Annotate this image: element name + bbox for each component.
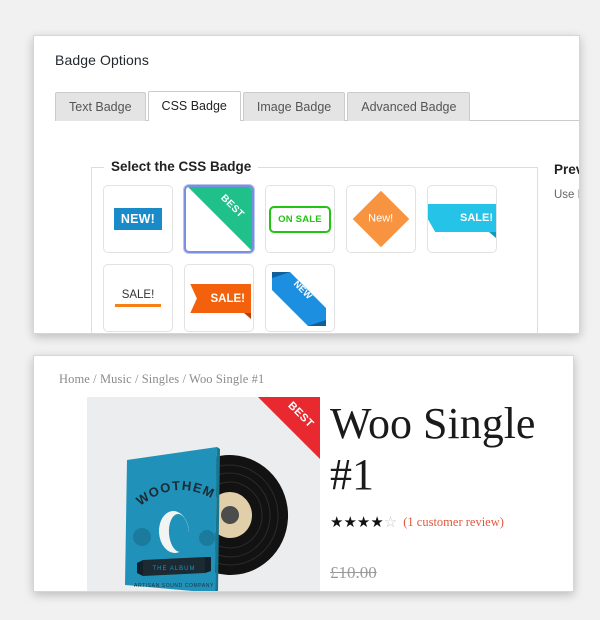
stars-empty: ☆ [383,514,398,531]
badge-option-sale-underline[interactable]: SALE! [103,264,173,332]
badge-on-sale-label: ON SALE [269,205,331,233]
badge-option-sale-ribbon[interactable]: SALE! [427,185,497,253]
tab-text-badge[interactable]: Text Badge [55,92,146,121]
badge-type-tabs: Text Badge CSS Badge Image Badge Advance… [55,90,579,121]
badge-new-diamond-label: New! [368,213,394,225]
badge-sale-ribbon-label: SALE! [460,212,493,224]
product-image: WOOTHEMES THE ALBUM ARTISAN SOUND COMPAN… [87,397,320,591]
preview-section: Preview Use Drag [554,162,579,201]
svg-text:THE ALBUM: THE ALBUM [152,566,195,572]
flag-tail-icon [244,313,251,319]
css-badge-fieldset: Select the CSS Badge NEW! BEST ON SALE N… [91,159,538,333]
preview-title: Preview [554,162,579,177]
page-title: Badge Options [55,52,149,68]
ribbon-shape-icon: SALE! [428,204,496,232]
badge-sale-underline-label: SALE! [121,289,155,301]
underline-bar-icon [115,304,161,307]
badge-options-grid: NEW! BEST ON SALE New! SALE! SALE! SALE!… [103,185,528,332]
badge-option-new-rect[interactable]: NEW! [103,185,173,253]
diamond-shape-icon: New! [352,190,410,248]
underline-badge: SALE! [115,289,161,307]
tab-advanced-badge[interactable]: Advanced Badge [347,92,471,121]
badge-new-rect-label: NEW! [113,208,163,230]
breadcrumb[interactable]: Home / Music / Singles / Woo Single #1 [59,372,264,387]
screenshot-stage: Badge Options Text Badge CSS Badge Image… [0,0,600,620]
svg-text:ARTISAN SOUND COMPANY: ARTISAN SOUND COMPANY [134,583,214,589]
badge-option-sale-flag[interactable]: SALE! [184,264,254,332]
product-title: Woo Single #1 [330,399,536,499]
tab-css-badge[interactable]: CSS Badge [147,91,241,121]
product-price: £10.00 [330,563,377,582]
product-rating: ★★★★☆ (1 customer review) [330,513,504,531]
fieldset-legend: Select the CSS Badge [104,159,259,174]
tab-image-badge[interactable]: Image Badge [242,92,346,121]
star-rating-icon: ★★★★☆ [330,513,397,531]
badge-option-new-diagonal[interactable]: NEW [265,264,335,332]
badge-sale-flag-label: SALE! [210,292,246,305]
preview-subtitle: Use Drag [554,189,579,201]
badge-option-best-corner[interactable]: BEST [184,185,254,253]
flag-shape-icon: SALE! [185,284,251,313]
badge-option-new-diamond[interactable]: New! [346,185,416,253]
stars-filled: ★★★★ [330,514,384,531]
badge-option-on-sale[interactable]: ON SALE [265,185,335,253]
badge-options-panel: Badge Options Text Badge CSS Badge Image… [33,35,580,334]
ribbon-tail-icon [489,232,496,238]
corner-triangle-icon [188,187,252,251]
customer-review-link[interactable]: (1 customer review) [403,515,504,530]
